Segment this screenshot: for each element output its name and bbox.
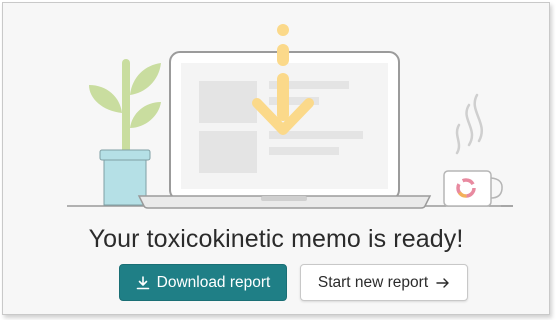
download-icon: [136, 275, 150, 290]
download-report-button[interactable]: Download report: [119, 264, 287, 301]
coffee-mug-icon: [443, 93, 503, 207]
start-new-report-label: Start new report: [317, 273, 429, 291]
plant-icon: [89, 59, 161, 206]
arrow-right-icon: [436, 277, 450, 289]
report-ready-card: Your toxicokinetic memo is ready! Downlo…: [2, 2, 550, 315]
page-title: Your toxicokinetic memo is ready!: [88, 225, 464, 253]
start-new-report-button[interactable]: Start new report: [300, 264, 468, 301]
download-report-label: Download report: [156, 273, 271, 291]
report-illustration: [67, 24, 513, 209]
